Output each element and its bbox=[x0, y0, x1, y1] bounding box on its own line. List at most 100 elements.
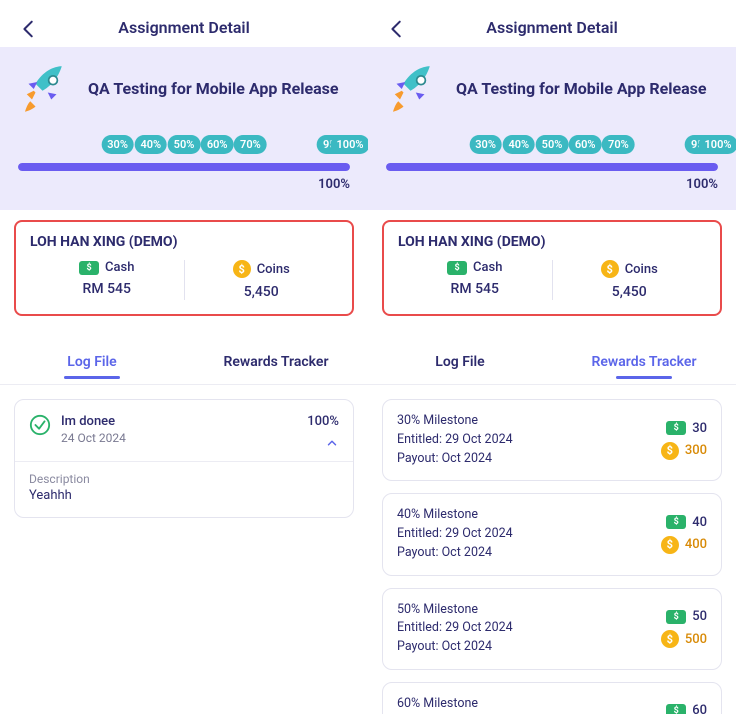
reward-entitled: Entitled: 29 Oct 2024 bbox=[397, 431, 513, 450]
milestone-bubble: 40% bbox=[502, 135, 535, 154]
user-name: LOH HAN XING (DEMO) bbox=[30, 234, 338, 250]
rocket-icon bbox=[18, 61, 74, 117]
progress-percent-label: 100% bbox=[18, 177, 350, 192]
reward-info: 30% MilestoneEntitled: 29 Oct 2024Payout… bbox=[397, 412, 513, 468]
assignment-title: QA Testing for Mobile App Release bbox=[456, 79, 707, 100]
cash-icon: $ bbox=[666, 421, 686, 435]
assignment-title: QA Testing for Mobile App Release bbox=[88, 79, 339, 100]
cash-value: RM 545 bbox=[451, 281, 499, 297]
header: Assignment Detail bbox=[0, 0, 368, 47]
reward-coin-amount: 500 bbox=[685, 632, 707, 647]
coin-icon: $ bbox=[661, 536, 679, 554]
milestone-bubble: 30% bbox=[101, 135, 134, 154]
back-button[interactable] bbox=[18, 18, 40, 44]
reward-info: 60% MilestoneEntitled: 29 Oct 2024Payout… bbox=[397, 695, 513, 714]
milestone-bubble: 100% bbox=[699, 135, 736, 154]
reward-amounts: $30 $300 bbox=[661, 421, 707, 460]
reward-payout: Payout: Oct 2024 bbox=[397, 450, 513, 469]
back-button[interactable] bbox=[386, 18, 408, 44]
log-description: Yeahhh bbox=[29, 488, 339, 503]
tab-log-file[interactable]: Log File bbox=[368, 342, 552, 385]
coins-label: Coins bbox=[625, 262, 658, 277]
progress-percent-label: 100% bbox=[386, 177, 718, 192]
hero: QA Testing for Mobile App Release 30%40%… bbox=[0, 47, 368, 210]
reward-cash-amount: 60 bbox=[692, 703, 707, 714]
reward-amounts: $40$400 bbox=[661, 515, 707, 554]
reward-milestone: 50% Milestone bbox=[397, 601, 513, 620]
tab-log-file[interactable]: Log File bbox=[0, 342, 184, 385]
tabs: Log File Rewards Tracker bbox=[0, 342, 368, 385]
reward-card: 60% MilestoneEntitled: 29 Oct 2024Payout… bbox=[382, 682, 722, 714]
reward-coin-amount: 300 bbox=[685, 443, 707, 458]
progress-bar: 30%40%50%60%70%95%100% 100% bbox=[386, 139, 718, 192]
reward-cash-amount: 30 bbox=[692, 421, 707, 436]
reward-cash-amount: 50 bbox=[692, 609, 707, 624]
milestone-bubble: 70% bbox=[234, 135, 267, 154]
log-entry-card[interactable]: Im donee 24 Oct 2024 100% Description Ye… bbox=[14, 399, 354, 518]
reward-card: 40% MilestoneEntitled: 29 Oct 2024Payout… bbox=[382, 493, 722, 575]
phone-right: Assignment Detail QA Testing for Mobile … bbox=[368, 0, 736, 714]
reward-payout: Payout: Oct 2024 bbox=[397, 544, 513, 563]
cash-value: RM 545 bbox=[83, 281, 131, 297]
cash-label: Cash bbox=[105, 260, 134, 275]
header: Assignment Detail bbox=[368, 0, 736, 47]
user-name: LOH HAN XING (DEMO) bbox=[398, 234, 706, 250]
coins-column: $ Coins 5,450 bbox=[184, 260, 339, 300]
reward-amounts: $60$600 bbox=[661, 703, 707, 714]
coins-column: $ Coins 5,450 bbox=[552, 260, 707, 300]
coin-icon: $ bbox=[233, 260, 251, 278]
coins-label: Coins bbox=[257, 262, 290, 277]
coin-icon: $ bbox=[661, 442, 679, 460]
coin-icon: $ bbox=[661, 630, 679, 648]
milestone-bubble: 40% bbox=[134, 135, 167, 154]
page-title: Assignment Detail bbox=[16, 18, 352, 37]
reward-card: 30% MilestoneEntitled: 29 Oct 2024Payout… bbox=[382, 399, 722, 481]
reward-milestone: 40% Milestone bbox=[397, 506, 513, 525]
log-description-label: Description bbox=[29, 472, 339, 486]
progress-bar: 30%40%50%60%70%95%100% 100% bbox=[18, 139, 350, 192]
coins-value: 5,450 bbox=[244, 284, 279, 300]
user-summary-card: LOH HAN XING (DEMO) $ Cash RM 545 $ Coins … bbox=[382, 220, 722, 316]
coins-value: 5,450 bbox=[612, 284, 647, 300]
milestone-bubble: 100% bbox=[331, 135, 368, 154]
log-entry-percent: 100% bbox=[307, 414, 339, 429]
reward-info: 50% MilestoneEntitled: 29 Oct 2024Payout… bbox=[397, 601, 513, 657]
reward-entitled: Entitled: 29 Oct 2024 bbox=[397, 525, 513, 544]
milestone-bubble: 60% bbox=[201, 135, 234, 154]
tabs: Log File Rewards Tracker bbox=[368, 342, 736, 385]
milestone-bubble: 30% bbox=[469, 135, 502, 154]
tab-rewards-tracker[interactable]: Rewards Tracker bbox=[552, 342, 736, 385]
reward-card: 50% MilestoneEntitled: 29 Oct 2024Payout… bbox=[382, 588, 722, 670]
page-title: Assignment Detail bbox=[384, 18, 720, 37]
reward-amounts: $50 $500 bbox=[661, 609, 707, 648]
cash-icon: $ bbox=[666, 515, 686, 529]
cash-icon: $ bbox=[79, 261, 99, 275]
reward-info: 40% MilestoneEntitled: 29 Oct 2024Payout… bbox=[397, 506, 513, 562]
milestone-bubble: 70% bbox=[602, 135, 635, 154]
log-entry-title: Im donee bbox=[61, 414, 297, 429]
log-entry-date: 24 Oct 2024 bbox=[61, 431, 297, 445]
milestone-bubble: 50% bbox=[536, 135, 569, 154]
cash-column: $ Cash RM 545 bbox=[30, 260, 184, 300]
cash-icon: $ bbox=[666, 610, 686, 624]
hero: QA Testing for Mobile App Release 30%40%… bbox=[368, 47, 736, 210]
user-summary-card: LOH HAN XING (DEMO) $ Cash RM 545 $ Coins … bbox=[14, 220, 354, 316]
reward-entitled: Entitled: 29 Oct 2024 bbox=[397, 619, 513, 638]
cash-icon: $ bbox=[666, 704, 686, 714]
chevron-up-icon[interactable] bbox=[325, 435, 339, 449]
milestone-bubble: 60% bbox=[569, 135, 602, 154]
cash-icon: $ bbox=[447, 261, 467, 275]
reward-coin-amount: 400 bbox=[685, 537, 707, 552]
tab-rewards-tracker[interactable]: Rewards Tracker bbox=[184, 342, 368, 385]
phone-left: Assignment Detail QA Testing for Mobile … bbox=[0, 0, 368, 714]
coin-icon: $ bbox=[601, 260, 619, 278]
reward-milestone: 60% Milestone bbox=[397, 695, 513, 714]
cash-label: Cash bbox=[473, 260, 502, 275]
rewards-content[interactable]: 30% MilestoneEntitled: 29 Oct 2024Payout… bbox=[368, 385, 736, 714]
check-circle-icon bbox=[29, 414, 51, 436]
rocket-icon bbox=[386, 61, 442, 117]
cash-column: $ Cash RM 545 bbox=[398, 260, 552, 300]
log-content[interactable]: Im donee 24 Oct 2024 100% Description Ye… bbox=[0, 385, 368, 714]
reward-payout: Payout: Oct 2024 bbox=[397, 638, 513, 657]
reward-milestone: 30% Milestone bbox=[397, 412, 513, 431]
